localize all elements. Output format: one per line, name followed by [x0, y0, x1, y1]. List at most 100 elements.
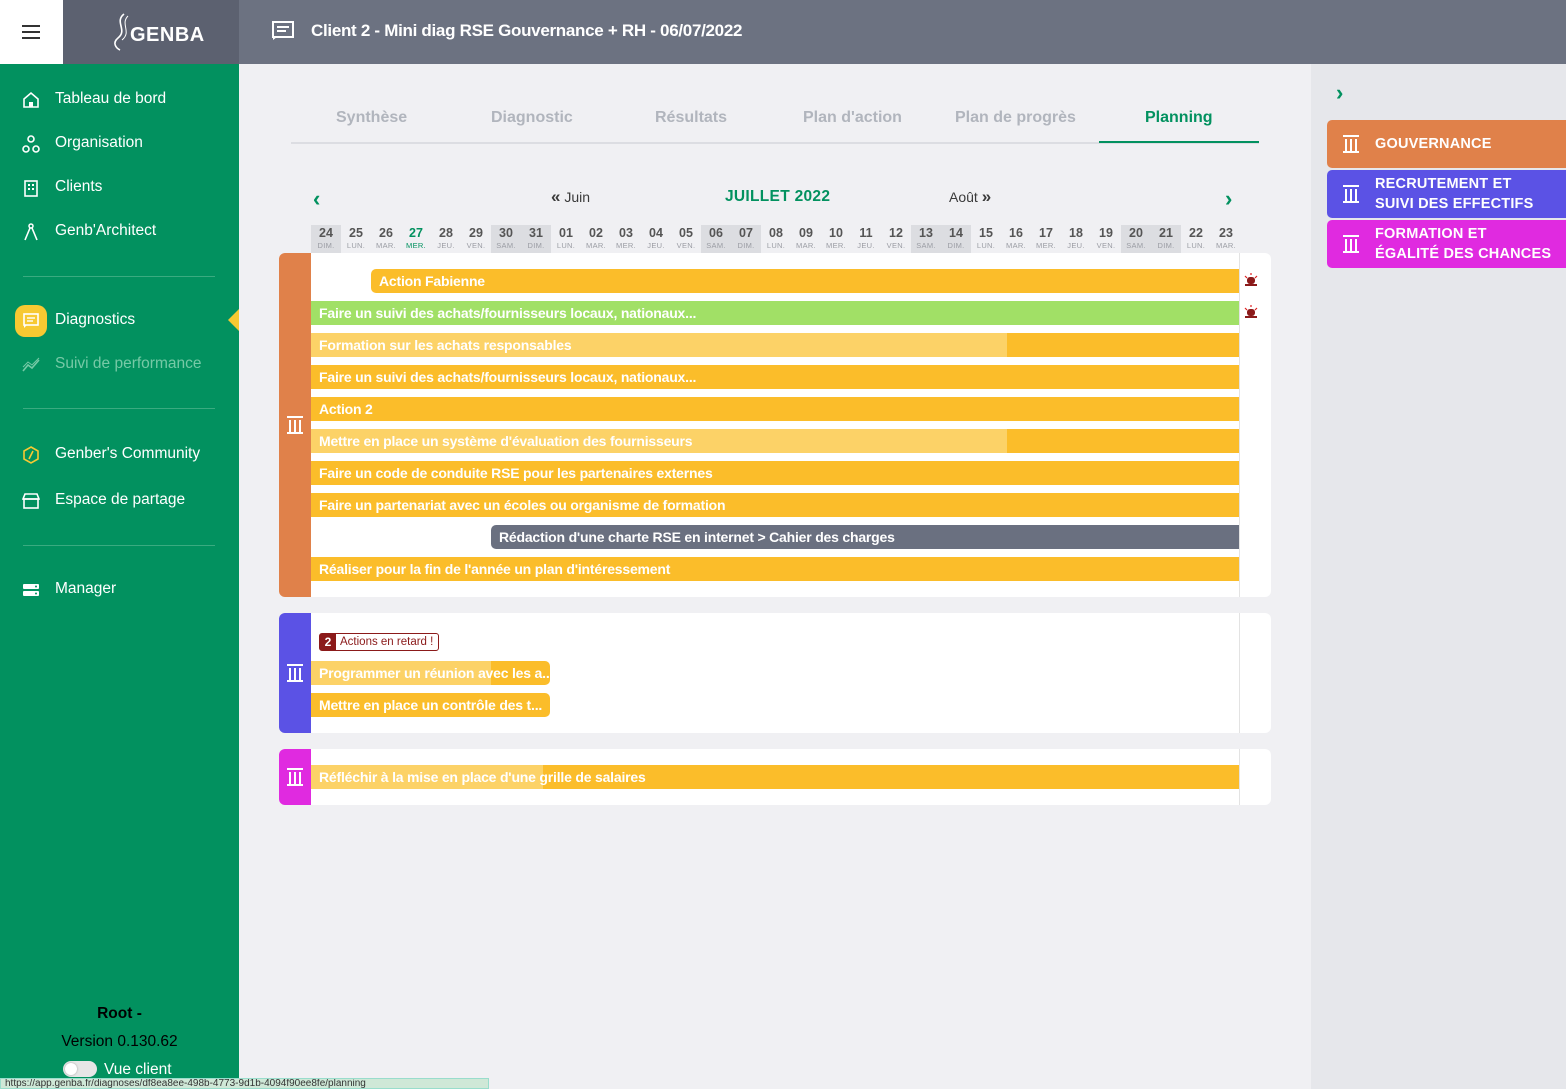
chevron-right-icon[interactable]: › — [1225, 186, 1232, 212]
day-number: 06 — [709, 226, 723, 240]
gantt-bar[interactable]: Programmer un réunion avec les a... — [311, 661, 550, 685]
calendar-day: 07 DIM. — [731, 225, 761, 253]
day-number: 15 — [979, 226, 993, 240]
alarm-icon[interactable] — [1244, 273, 1258, 287]
day-number: 04 — [649, 226, 663, 240]
tab-synthese[interactable]: Synthèse — [336, 109, 407, 127]
day-number: 20 — [1129, 226, 1143, 240]
sidebar-item-community[interactable]: Genber's Community — [0, 438, 239, 470]
divider — [23, 545, 215, 546]
chevron-left-icon[interactable]: ‹ — [313, 186, 320, 212]
day-weekday: MER. — [826, 241, 846, 250]
sidebar-item-manager[interactable]: Manager — [0, 573, 239, 605]
sidebar-item-sharing[interactable]: Espace de partage — [0, 484, 239, 516]
menu-button[interactable] — [0, 0, 63, 64]
version-label: Version 0.130.62 — [61, 1033, 178, 1050]
gantt-bar[interactable]: Faire un partenariat avec un écoles ou o… — [311, 493, 1239, 517]
calendar-day: 14 DIM. — [941, 225, 971, 253]
bar-label: Action Fabienne — [379, 273, 485, 289]
day-weekday: VEN. — [676, 241, 696, 250]
sidebar-item-diagnostics[interactable]: Diagnostics — [0, 304, 239, 337]
calendar-day: 05 VEN. — [671, 225, 701, 253]
day-number: 16 — [1009, 226, 1023, 240]
sidebar-item-genbarchitect[interactable]: Genb'Architect — [0, 215, 239, 247]
gantt-bar[interactable]: Mettre en place un contrôle des t... — [311, 693, 550, 717]
tab-planning[interactable]: Planning — [1145, 109, 1213, 127]
gantt-bar[interactable]: Réaliser pour la fin de l'année un plan … — [311, 557, 1239, 581]
day-weekday: DIM. — [947, 241, 965, 250]
day-weekday: JEU. — [437, 241, 455, 250]
day-number: 24 — [319, 226, 333, 240]
gantt-bar[interactable]: Faire un suivi des achats/fournisseurs l… — [311, 365, 1239, 389]
bar-label: Action 2 — [319, 401, 373, 417]
tab-plan-action[interactable]: Plan d'action — [803, 109, 902, 127]
calendar-day: 22 LUN. — [1181, 225, 1211, 253]
home-icon — [23, 91, 39, 108]
sidebar-item-label: Clients — [55, 178, 103, 195]
calendar-day: 21 DIM. — [1151, 225, 1181, 253]
tab-plan-progres[interactable]: Plan de progrès — [955, 109, 1076, 127]
alarm-icon[interactable] — [1244, 305, 1258, 319]
sidebar-item-label: Genber's Community — [55, 445, 201, 462]
gantt-bar[interactable]: Faire un code de conduite RSE pour les p… — [311, 461, 1239, 485]
next-month-link[interactable]: Août » — [949, 187, 991, 207]
calendar-day: 29 VEN. — [461, 225, 491, 253]
logo[interactable]: GENBA — [130, 24, 205, 47]
gantt-bar[interactable]: Faire un suivi des achats/fournisseurs l… — [311, 301, 1239, 325]
day-number: 31 — [529, 226, 543, 240]
calendar-day: 08 LUN. — [761, 225, 791, 253]
day-number: 18 — [1069, 226, 1083, 240]
pillar-gouvernance[interactable]: Gouvernance — [1327, 120, 1566, 168]
calendar-day: 20 SAM. — [1121, 225, 1151, 253]
calendar-days: 24 DIM. 25 LUN. 26 MAR. 27 MER. 28 JEU. 29 VEN. 30 SA… — [311, 225, 1239, 253]
sidebar-item-dashboard[interactable]: Tableau de bord — [0, 83, 239, 115]
day-weekday: DIM. — [527, 241, 545, 250]
period-end-line — [1239, 613, 1240, 733]
tab-diagnostic[interactable]: Diagnostic — [491, 109, 573, 127]
day-weekday: LUN. — [976, 241, 996, 250]
day-number: 11 — [859, 226, 873, 240]
user-name: Root - — [97, 1005, 142, 1022]
gantt-bar[interactable]: Action Fabienne — [371, 269, 1239, 293]
day-number: 10 — [829, 226, 843, 240]
gantt-bar[interactable]: Mettre en place un système d'évaluation … — [311, 429, 1239, 453]
calendar-day: 28 JEU. — [431, 225, 461, 253]
compass-icon — [24, 223, 38, 241]
day-weekday: VEN. — [886, 241, 906, 250]
day-weekday: DIM. — [1157, 241, 1175, 250]
pillar-icon — [1343, 135, 1359, 153]
calendar-day: 23 MAR. — [1211, 225, 1241, 253]
org-icon — [22, 135, 40, 153]
day-number: 07 — [739, 226, 753, 240]
chevron-right-icon[interactable]: › — [1336, 80, 1343, 106]
prev-month-link[interactable]: « Juin — [551, 187, 590, 207]
sidebar-item-label: Espace de partage — [55, 491, 186, 508]
day-weekday: JEU. — [1067, 241, 1085, 250]
document-icon — [272, 21, 294, 40]
pillar-formation[interactable]: Formation et égalité des chances — [1327, 220, 1566, 268]
calendar-day: 11 JEU. — [851, 225, 881, 253]
gantt-bar[interactable]: Rédaction d'une charte RSE en internet >… — [491, 525, 1239, 549]
sidebar-item-label: Genb'Architect — [55, 222, 157, 239]
bar-label: Rédaction d'une charte RSE en internet >… — [499, 529, 895, 545]
store-icon — [22, 493, 40, 509]
tab-resultats[interactable]: Résultats — [655, 109, 727, 127]
calendar-day: 17 MER. — [1031, 225, 1061, 253]
pillar-recrutement[interactable]: Recrutement et suivi des effectifs — [1327, 170, 1566, 218]
gantt-bar[interactable]: Action 2 — [311, 397, 1239, 421]
day-number: 03 — [619, 226, 633, 240]
calendar-day: 19 VEN. — [1091, 225, 1121, 253]
sidebar-item-organisation[interactable]: Organisation — [0, 127, 239, 159]
client-view-toggle[interactable] — [63, 1061, 97, 1077]
gantt-bar[interactable]: Réfléchir à la mise en place d'une grill… — [311, 765, 1239, 789]
gantt-bar[interactable]: Formation sur les achats responsables — [311, 333, 1239, 357]
period-end-line — [1239, 253, 1240, 597]
sidebar-item-clients[interactable]: Clients — [0, 171, 239, 203]
calendar-day: 04 JEU. — [641, 225, 671, 253]
sidebar-item-performance[interactable]: Suivi de performance — [0, 348, 239, 380]
day-weekday: DIM. — [317, 241, 335, 250]
day-number: 02 — [589, 226, 603, 240]
pillar-icon — [1343, 185, 1359, 203]
server-icon — [23, 584, 39, 596]
calendar-day: 01 LUN. — [551, 225, 581, 253]
